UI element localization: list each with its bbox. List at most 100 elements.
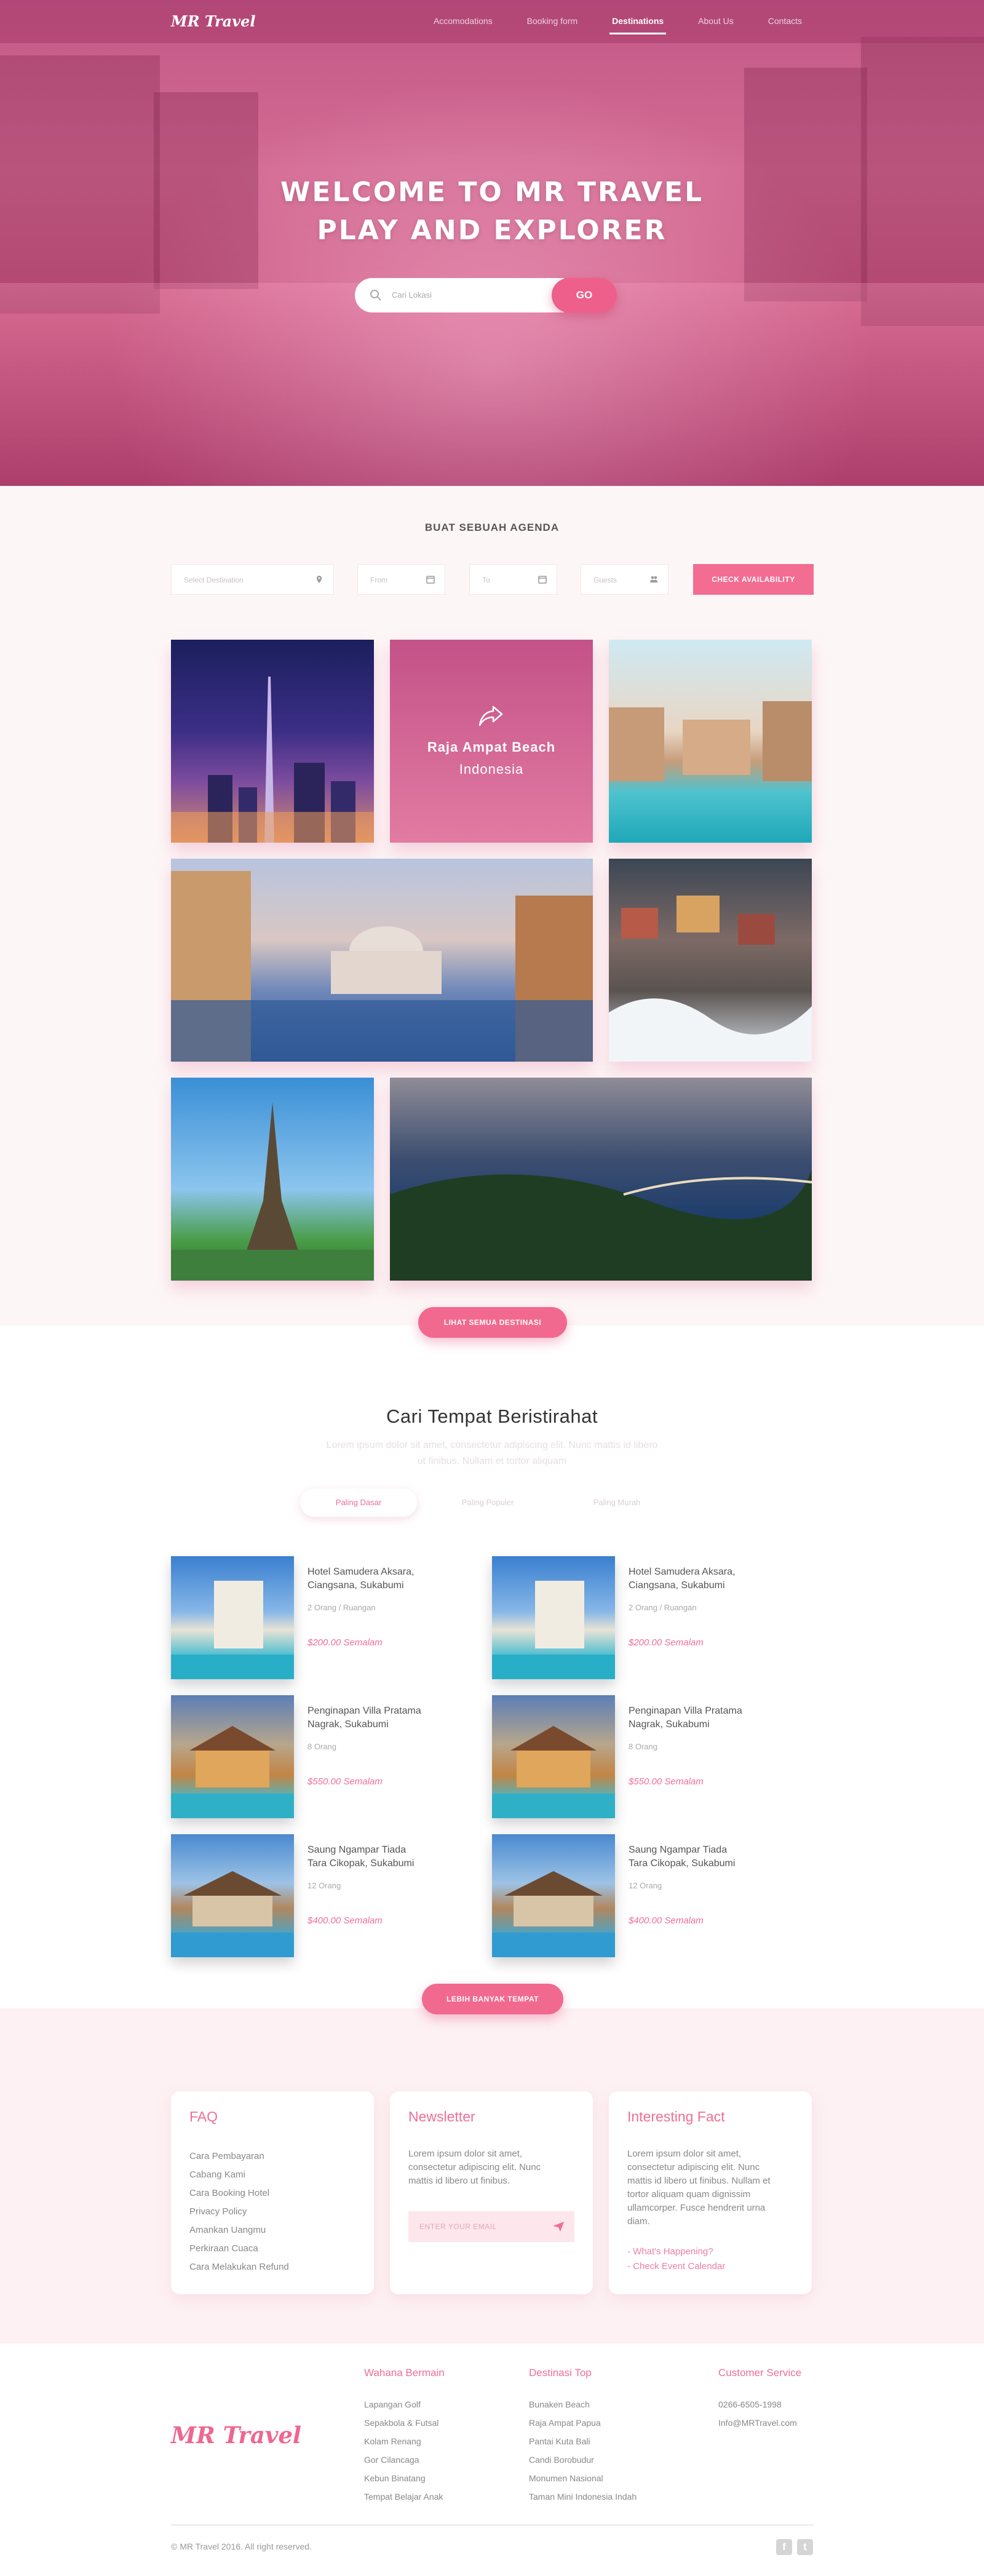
hotel-card[interactable]: Saung Ngampar Tiada Tara Cikopak, Sukabum… bbox=[492, 1834, 775, 1957]
hotel-price: $400.00 Semalam bbox=[308, 1915, 383, 1926]
hero-section: WELCOME TO MR TRAVEL PLAY AND EXPLORER Ca… bbox=[0, 0, 984, 486]
guests-placeholder: Guests bbox=[593, 576, 617, 584]
send-icon[interactable] bbox=[552, 2221, 565, 2232]
footer-link[interactable]: Bunaken Beach bbox=[529, 2395, 637, 2414]
search-placeholder: Cari Lokasi bbox=[392, 290, 432, 300]
check-availability-button[interactable]: CHECK AVAILABILITY bbox=[693, 564, 814, 595]
hotel-price: $400.00 Semalam bbox=[629, 1915, 704, 1926]
footer-link[interactable]: Kolam Renang bbox=[364, 2432, 445, 2451]
fact-text: Lorem ipsum dolor sit amet, consectetur a… bbox=[627, 2149, 771, 2227]
faq-link[interactable]: Cabang Kami bbox=[189, 2166, 355, 2184]
nav-item-booking-form[interactable]: Booking form bbox=[527, 16, 577, 26]
hotel-card[interactable]: Penginapan Villa Pratama Nagrak, Sukabumi… bbox=[171, 1695, 454, 1818]
phone-number[interactable]: 0266-6505-1998 bbox=[718, 2395, 801, 2414]
newsletter-text: Lorem ipsum dolor sit amet, consectetur a… bbox=[408, 2149, 541, 2186]
brand-logo[interactable]: MR Travel bbox=[171, 12, 256, 30]
hotel-name: Saung Ngampar Tiada Tara Cikopak, Sukabum… bbox=[308, 1845, 415, 1869]
copyright-text: © MR Travel 2016. All right reserved. bbox=[171, 2542, 312, 2551]
faq-title: FAQ bbox=[189, 2109, 218, 2125]
see-all-destinations-button[interactable]: LIHAT SEMUA DESTINASI bbox=[418, 1307, 567, 1338]
fact-card: Interesting Fact Lorem ipsum dolor sit a… bbox=[609, 2091, 812, 2294]
eiffel-tower-photo bbox=[171, 1102, 374, 1281]
footer-link[interactable]: Sepakbola & Futsal bbox=[364, 2414, 445, 2432]
lodging-title: Cari Tempat Beristirahat bbox=[386, 1405, 598, 1427]
footer-link[interactable]: Lapangan Golf bbox=[364, 2395, 445, 2414]
hotel-card[interactable]: Hotel Samudera Aksara, Ciangsana, Sukabum… bbox=[171, 1556, 454, 1679]
share-arrow-icon bbox=[478, 706, 503, 726]
ocean-bay-photo bbox=[390, 1170, 812, 1281]
footer-link[interactable]: Gor Cilancaga bbox=[364, 2451, 445, 2469]
destination-tile-venice[interactable] bbox=[171, 859, 593, 1062]
email-address[interactable]: Info@MRTravel.com bbox=[718, 2414, 801, 2432]
villa-photo bbox=[171, 1695, 294, 1818]
coastal-village-photo bbox=[609, 896, 812, 1062]
tab-paling-dasar[interactable]: Paling Dasar bbox=[300, 1489, 417, 1517]
more-places-button[interactable]: LEBIH BANYAK TEMPAT bbox=[422, 1984, 563, 2014]
site-footer: MR Travel Wahana Bermain Lapangan Golf S… bbox=[0, 2343, 984, 2576]
villa-photo bbox=[492, 1695, 615, 1818]
guests-select[interactable]: Guests bbox=[581, 564, 669, 595]
footer-link[interactable]: Tempat Belajar Anak bbox=[364, 2487, 445, 2506]
from-date-input[interactable]: From bbox=[357, 564, 445, 595]
newsletter-title: Newsletter bbox=[408, 2109, 475, 2125]
faq-link[interactable]: Amankan Uangmu bbox=[189, 2221, 355, 2240]
footer-link[interactable]: Taman Mini Indonesia Indah bbox=[529, 2487, 637, 2506]
facebook-icon[interactable]: f bbox=[776, 2539, 792, 2555]
faq-link[interactable]: Privacy Policy bbox=[189, 2203, 355, 2221]
agenda-section: BUAT SEBUAH AGENDA Select Destination Fr… bbox=[0, 486, 984, 1338]
lodging-tabs: Paling Dasar Paling Populer Paling Murah bbox=[300, 1489, 681, 1517]
featured-destination-title: Raja Ampat Beach bbox=[427, 739, 556, 755]
hotel-price: $550.00 Semalam bbox=[308, 1776, 383, 1787]
destination-tile-paris[interactable] bbox=[171, 1078, 374, 1281]
destination-placeholder: Select Destination bbox=[184, 576, 244, 584]
nav-item-about-us[interactable]: About Us bbox=[698, 16, 734, 26]
faq-link[interactable]: Cara Melakukan Refund bbox=[189, 2258, 355, 2276]
nav-item-accomodations[interactable]: Accomodations bbox=[434, 16, 493, 26]
hotel-name: Saung Ngampar Tiada Tara Cikopak, Sukabum… bbox=[629, 1845, 736, 1869]
saung-photo bbox=[171, 1834, 294, 1957]
hotel-card[interactable]: Saung Ngampar Tiada Tara Cikopak, Sukabum… bbox=[171, 1834, 454, 1957]
agenda-heading: BUAT SEBUAH AGENDA bbox=[424, 522, 560, 533]
faq-link[interactable]: Cara Pembayaran bbox=[189, 2147, 355, 2166]
footer-link[interactable]: Pantai Kuta Bali bbox=[529, 2432, 637, 2451]
destination-tile-dubai[interactable] bbox=[171, 640, 374, 843]
footer-column-title: Destinasi Top bbox=[529, 2367, 592, 2379]
hotel-guests: 12 Orang bbox=[308, 1881, 341, 1890]
footer-link[interactable]: Candi Borobudur bbox=[529, 2451, 637, 2469]
email-placeholder: ENTER YOUR EMAIL bbox=[419, 2222, 497, 2231]
lodging-section: Cari Tempat Beristirahat Lorem ipsum dol… bbox=[0, 1326, 984, 2014]
featured-destination-tile[interactable]: Raja Ampat Beach Indonesia bbox=[390, 640, 593, 843]
to-date-input[interactable]: To bbox=[469, 564, 557, 595]
destination-tile-coastal-village[interactable] bbox=[609, 859, 812, 1062]
faq-link[interactable]: Cara Booking Hotel bbox=[189, 2184, 355, 2203]
dubai-skyline-photo bbox=[171, 677, 374, 843]
destination-select[interactable]: Select Destination bbox=[171, 564, 334, 595]
tab-paling-populer[interactable]: Paling Populer bbox=[429, 1489, 546, 1517]
nav-item-destinations[interactable]: Destinations bbox=[609, 16, 667, 34]
newsletter-email-input[interactable]: ENTER YOUR EMAIL bbox=[408, 2211, 574, 2242]
footer-link[interactable]: Monumen Nasional bbox=[529, 2469, 637, 2487]
go-button[interactable]: GO bbox=[552, 278, 617, 312]
hotel-guests: 12 Orang bbox=[629, 1881, 662, 1890]
nav-item-contacts[interactable]: Contacts bbox=[768, 16, 802, 26]
whats-happening-link[interactable]: - What's Happening? bbox=[627, 2244, 793, 2259]
hotel-photo bbox=[171, 1556, 294, 1679]
newsletter-card: Newsletter Lorem ipsum dolor sit amet, co… bbox=[390, 2091, 593, 2294]
hotel-card[interactable]: Hotel Samudera Aksara, Ciangsana, Sukabum… bbox=[492, 1556, 775, 1679]
location-search-input[interactable]: Cari Lokasi bbox=[355, 278, 564, 312]
faq-link[interactable]: Perkiraan Cuaca bbox=[189, 2240, 355, 2258]
nav-menu: Accomodations Booking form Destinations … bbox=[434, 16, 802, 34]
twitter-icon[interactable]: t bbox=[797, 2539, 813, 2555]
footer-link[interactable]: Kebun Binatang bbox=[364, 2469, 445, 2487]
calendar-icon bbox=[426, 576, 435, 584]
tab-paling-murah[interactable]: Paling Murah bbox=[558, 1489, 675, 1517]
footer-link[interactable]: Raja Ampat Papua bbox=[529, 2414, 637, 2432]
calendar-icon bbox=[538, 576, 547, 584]
event-calendar-link[interactable]: - Check Event Calendar bbox=[627, 2259, 793, 2274]
footer-logo[interactable]: MR Travel bbox=[171, 2422, 301, 2449]
resort-pool-photo bbox=[609, 701, 812, 781]
hotel-card[interactable]: Penginapan Villa Pratama Nagrak, Sukabumi… bbox=[492, 1695, 775, 1818]
destination-tile-resort-pool[interactable] bbox=[609, 640, 812, 843]
faq-list: Cara Pembayaran Cabang Kami Cara Booking… bbox=[189, 2147, 355, 2276]
destination-tile-bay[interactable] bbox=[390, 1078, 812, 1281]
